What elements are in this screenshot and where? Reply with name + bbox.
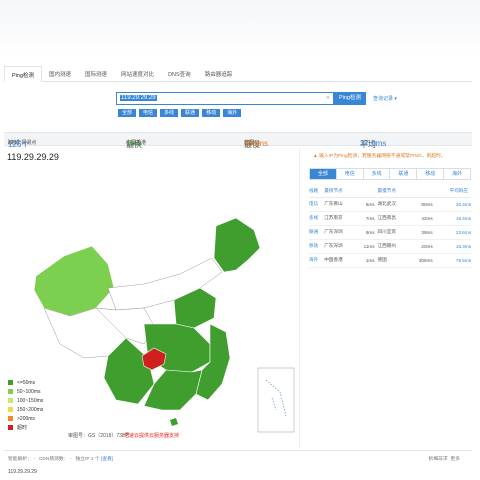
result-tab-telecom[interactable]: 电信 <box>337 169 364 179</box>
isp-button-mobile[interactable]: 移动 <box>202 109 221 117</box>
history-link[interactable]: 查询记录 ▾ <box>373 95 397 102</box>
legend-swatch <box>8 425 13 430</box>
footer-action-more[interactable]: 更多 <box>450 457 460 462</box>
table-row: 电信 广东佛山 6ms 湖北武汉 80ms 20.4ms <box>309 197 471 212</box>
top-banner-blur <box>0 0 480 60</box>
isp-filter-buttons: 全部 电信 多线 联通 移动 海外 <box>118 109 242 117</box>
tool-tabs: Ping检测 国内测速 国际测速 网站速度对比 DNS查询 路由器追踪 <box>4 66 472 82</box>
table-header-row: 线路 最快节点 最慢节点 平均响应 <box>309 186 471 198</box>
footer-action-1[interactable]: 拆细非求 <box>429 457 448 462</box>
tab-dns-query[interactable]: DNS查询 <box>161 66 198 82</box>
warning-icon: ▲ <box>313 154 318 159</box>
tab-traceroute[interactable]: 路由器追踪 <box>198 66 240 82</box>
result-tab-multiline[interactable]: 多线 <box>364 169 391 179</box>
search-row: 119.29.29.29 × Ping检测 查询记录 ▾ <box>116 92 397 105</box>
legend-swatch <box>8 398 13 403</box>
result-tab-unicom[interactable]: 联通 <box>390 169 418 179</box>
result-tab-all[interactable]: 全部 <box>310 169 337 179</box>
isp-button-unicom[interactable]: 联通 <box>181 109 200 117</box>
view-detail-link[interactable]: [查看] <box>101 457 113 462</box>
map-approval-note: 审图号：GS（2018）738号 <box>68 433 130 439</box>
stats-bar: 126个探测点 (完成 126个) 最快 中国香港 1ms 最慢 德国 306ms… <box>4 132 472 149</box>
sponsor-link[interactable]: 亿速云提供云服务器支持 <box>124 432 179 439</box>
result-isp-tabs: 全部 电信 多线 联通 移动 海外 <box>309 168 471 180</box>
legend-item: 超时 <box>8 423 43 432</box>
region-xinjiang <box>33 245 115 317</box>
footer-actions: 拆细非求 更多 <box>429 455 460 462</box>
tab-domestic-speed[interactable]: 国内测速 <box>42 66 78 82</box>
legend-item: <=50ms <box>8 378 43 387</box>
legend-swatch <box>8 416 13 421</box>
ping-tool-page: Ping检测 国内测速 国际测速 网站速度对比 DNS查询 路由器追踪 119.… <box>4 64 472 480</box>
legend-swatch <box>8 407 13 412</box>
china-latency-map <box>33 217 295 433</box>
ping-button[interactable]: Ping检测 <box>334 92 366 105</box>
isp-button-telecom[interactable]: 电信 <box>139 109 158 117</box>
legend-item: 150~200ms <box>8 405 43 414</box>
col-fastest-node: 最快节点 <box>324 186 355 198</box>
region-hainan <box>170 418 178 426</box>
footer-bar: 智能解析： - CDN猜测数： - 独立IP 1 个 [查看] 拆细非求 更多 … <box>4 450 472 480</box>
result-tab-overseas[interactable]: 海外 <box>444 169 470 179</box>
tab-site-compare[interactable]: 网站速度对比 <box>114 66 161 82</box>
south-china-sea-inset <box>257 367 295 433</box>
results-table: 线路 最快节点 最慢节点 平均响应 电信 广东佛山 6ms 湖北武汉 80ms … <box>309 186 471 268</box>
isp-button-all[interactable]: 全部 <box>118 109 137 117</box>
result-tab-mobile[interactable]: 移动 <box>417 169 445 179</box>
region-south <box>143 369 203 411</box>
clear-icon[interactable]: × <box>326 93 330 104</box>
legend-item: 100~150ms <box>8 396 43 405</box>
notice-text: ▲ 输入IP为Ping检测，若服务器网络不通或禁PING，则超时。 <box>313 154 446 159</box>
table-row: 多线 江苏南京 7ms 江西南昌 42ms 16.4ms <box>309 211 471 226</box>
col-isp: 线路 <box>309 186 325 198</box>
tab-international-speed[interactable]: 国际测速 <box>78 66 114 82</box>
map-legend: <=50ms 50~100ms 100~150ms 150~200ms >200… <box>8 378 43 432</box>
region-northeast <box>213 217 261 273</box>
footer-ip: 119.29.29.29 <box>8 469 37 475</box>
isp-button-overseas[interactable]: 海外 <box>223 109 242 117</box>
tab-ping[interactable]: Ping检测 <box>4 66 43 82</box>
legend-swatch <box>8 380 13 385</box>
table-row: 海外 中国香港 1ms 德国 306ms 78.5ms <box>309 253 471 268</box>
map-panel: 119.29.29.29 <=50ms 50~100ms 100~150ms 1… <box>4 148 300 448</box>
table-row: 联通 广东深圳 9ms 四川宜宾 39ms 23.6ms <box>309 225 471 240</box>
isp-button-multiline[interactable]: 多线 <box>160 109 179 117</box>
results-panel: ▲ 输入IP为Ping检测，若服务器网络不通或禁PING，则超时。 全部 电信 … <box>309 152 471 268</box>
col-slowest-node: 最慢节点 <box>377 186 408 198</box>
footer-info: 智能解析： - CDN猜测数： - 独立IP 1 个 [查看] <box>8 457 114 462</box>
legend-item: 50~100ms <box>8 387 43 396</box>
col-average: 平均响应 <box>435 186 471 198</box>
legend-swatch <box>8 389 13 394</box>
table-row: 移动 广东深圳 11ms 江西赣州 20ms 16.3ms <box>309 239 471 254</box>
legend-item: >200ms <box>8 414 43 423</box>
search-input[interactable]: 119.29.29.29 × <box>116 92 334 105</box>
search-input-value: 119.29.29.29 <box>120 95 157 101</box>
